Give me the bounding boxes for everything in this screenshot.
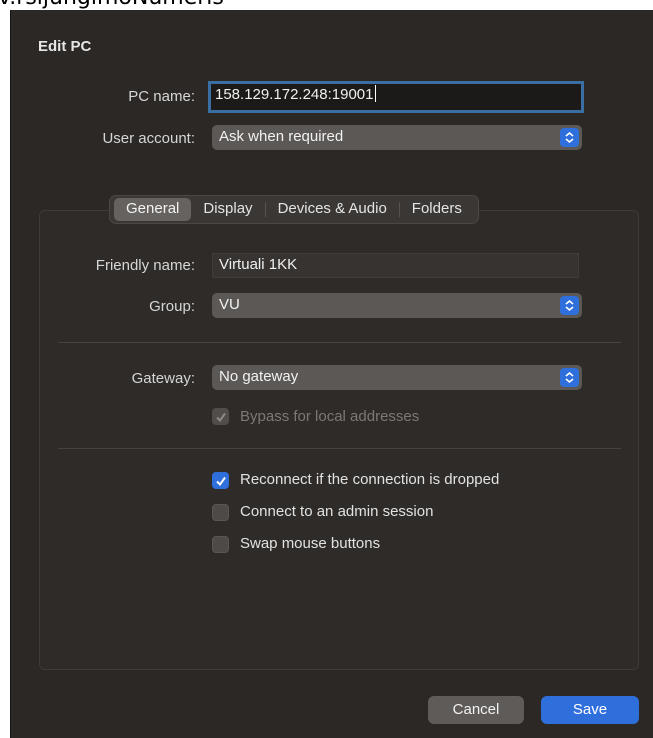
swap-mouse-checkbox[interactable] [212,536,229,553]
group-label: Group: [149,298,195,315]
admin-session-checkbox[interactable] [212,504,229,521]
admin-session-label[interactable]: Connect to an admin session [240,503,433,520]
reconnect-label[interactable]: Reconnect if the connection is dropped [240,471,499,488]
friendly-name-label: Friendly name: [95,257,195,274]
friendly-name-value: Virtuali 1KK [219,256,298,273]
tab-display[interactable]: Display [191,198,264,221]
cancel-button[interactable]: Cancel [428,696,524,724]
user-account-value: Ask when required [219,128,344,145]
tab-folders[interactable]: Folders [400,198,474,221]
save-button[interactable]: Save [541,696,639,724]
dialog-title: Edit PC [38,38,92,55]
gateway-value: No gateway [219,368,299,385]
section-divider [58,448,621,449]
user-account-label: User account: [102,130,195,147]
reconnect-checkbox[interactable] [212,472,229,489]
up-down-chevron-icon [560,368,579,387]
group-value: VU [219,296,240,313]
tab-general[interactable]: General [114,198,192,221]
background-window-strip: v.rsijungimoNumeris [0,0,653,10]
pc-name-value: 158.129.172.248:19001 [215,86,374,103]
text-caret [374,85,376,102]
friendly-name-field[interactable]: Virtuali 1KK [212,253,579,278]
edit-pc-sheet: Edit PC PC name: 158.129.172.248:19001 U… [10,10,653,738]
checkmark-icon [216,476,226,487]
pc-name-label: PC name: [128,88,195,105]
gateway-popup[interactable]: No gateway [212,365,582,390]
swap-mouse-label[interactable]: Swap mouse buttons [240,535,380,552]
tab-content-panel [39,210,639,670]
tab-bar: General Display Devices & Audio Folders [109,195,479,224]
bypass-checkbox [212,408,229,425]
group-popup[interactable]: VU [212,293,582,318]
bypass-label: Bypass for local addresses [240,408,420,425]
section-divider [58,342,621,343]
gateway-label: Gateway: [131,370,195,387]
up-down-chevron-icon [560,296,579,315]
background-window-text: v.rsijungimoNumeris [0,0,224,10]
user-account-popup[interactable]: Ask when required [212,125,582,150]
pc-name-field[interactable]: 158.129.172.248:19001 [208,81,584,113]
up-down-chevron-icon [560,128,579,147]
checkmark-icon [216,412,226,423]
tab-devices-audio[interactable]: Devices & Audio [266,198,399,221]
